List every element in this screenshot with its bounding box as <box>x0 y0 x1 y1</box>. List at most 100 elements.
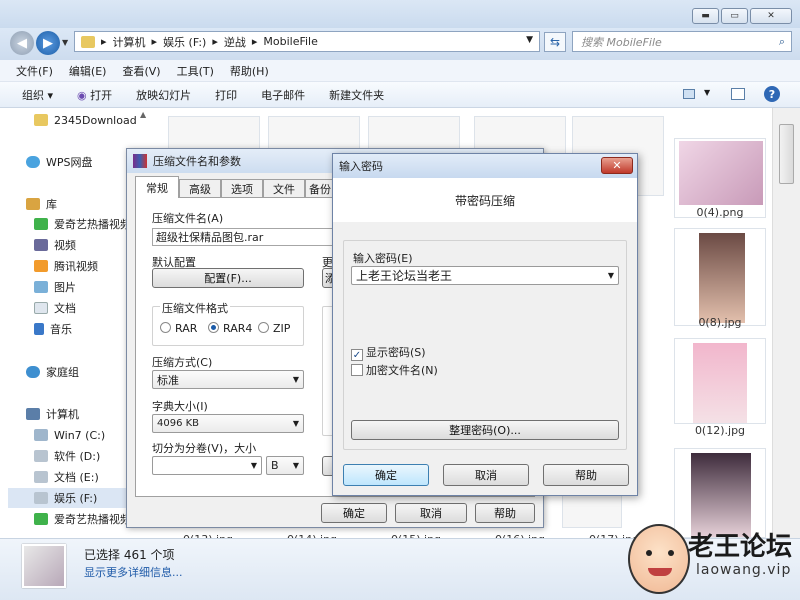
address-dropdown-icon[interactable]: ▼ <box>526 35 533 45</box>
dialog-title: 输入密码 <box>339 160 383 173</box>
sidebar-item-2345download[interactable]: 2345Download <box>34 110 137 130</box>
tab-options[interactable]: 选项 <box>221 179 263 197</box>
sidebar-item-video[interactable]: 视频 <box>34 235 76 255</box>
scrollbar-thumb[interactable] <box>779 124 794 184</box>
breadcrumb-drive[interactable]: 娱乐 (F:) <box>163 34 206 50</box>
tab-backup[interactable]: 备份 <box>305 179 335 197</box>
tab-general[interactable]: 常规 <box>135 176 179 198</box>
split-volume-label: 切分为分卷(V)，大小 <box>152 442 257 455</box>
sidebar-item-drive-e[interactable]: 文档 (E:) <box>34 467 99 487</box>
rar-ok-button[interactable]: 确定 <box>321 503 387 523</box>
selection-count: 已选择 461 个项 <box>84 548 175 562</box>
rar-cancel-button[interactable]: 取消 <box>395 503 467 523</box>
maximize-button[interactable]: ▭ <box>721 8 748 24</box>
menu-help[interactable]: 帮助(H) <box>230 63 269 79</box>
sidebar-item-drive-c[interactable]: Win7 (C:) <box>34 425 105 445</box>
menu-edit[interactable]: 编辑(E) <box>69 63 107 79</box>
drive-icon <box>34 429 48 441</box>
sidebar-item-homegroup[interactable]: 家庭组 <box>26 362 79 382</box>
method-select[interactable]: 标准 ▼ <box>152 370 304 389</box>
menu-view[interactable]: 查看(V) <box>122 63 160 79</box>
selection-thumbnail <box>22 544 66 588</box>
password-cancel-button[interactable]: 取消 <box>443 464 529 486</box>
file-thumbnail-0-8[interactable] <box>674 228 766 326</box>
split-unit-select[interactable]: B ▼ <box>266 456 304 475</box>
manage-passwords-button[interactable]: 整理密码(O)... <box>351 420 619 440</box>
view-dropdown-icon[interactable]: ▼ <box>704 88 710 97</box>
search-icon[interactable]: ⌕ <box>779 35 785 49</box>
video-icon <box>34 239 48 251</box>
open-button[interactable]: ◉ 打开 <box>77 87 112 103</box>
organize-button[interactable]: 组织 ▾ <box>22 87 53 103</box>
sidebar-item-computer[interactable]: 计算机 <box>26 404 79 424</box>
computer-icon <box>26 408 40 420</box>
window-titlebar <box>0 0 800 30</box>
split-size-input[interactable]: ▼ <box>152 456 262 475</box>
help-icon[interactable]: ? <box>764 86 780 102</box>
recent-pages-dropdown-icon[interactable]: ▼ <box>62 38 68 47</box>
print-button[interactable]: 打印 <box>215 87 237 103</box>
preview-pane-icon[interactable] <box>731 88 745 100</box>
laowang-watermark: 老王论坛 laowang.vip <box>626 518 800 600</box>
watermark-name: 老王论坛 <box>688 532 793 562</box>
sidebar-item-iqiyi[interactable]: 爱奇艺热播视频 <box>34 214 131 234</box>
iqiyi-icon <box>34 513 48 525</box>
watermark-url: laowang.vip <box>696 562 792 578</box>
new-folder-button[interactable]: 新建文件夹 <box>329 87 384 103</box>
dropdown-arrow-icon: ▼ <box>292 375 299 384</box>
view-options-icon[interactable] <box>683 89 695 99</box>
window-controls: ▬ ▭ ✕ <box>692 8 792 24</box>
menu-tools[interactable]: 工具(T) <box>177 63 214 79</box>
dropdown-arrow-icon: ▼ <box>250 461 257 470</box>
address-bar[interactable]: ▸ 计算机 ▸ 娱乐 (F:) ▸ 逆战 ▸ MobileFile ▼ <box>74 31 540 52</box>
password-help-button[interactable]: 帮助 <box>543 464 629 486</box>
tab-advanced[interactable]: 高级 <box>179 179 221 197</box>
sidebar-item-library[interactable]: 库 <box>26 194 57 214</box>
show-password-checkbox[interactable]: ✓ 显示密码(S) <box>351 344 426 361</box>
breadcrumb-computer[interactable]: 计算机 <box>113 34 146 50</box>
mascot-face-icon <box>628 524 690 594</box>
sidebar-item-drive-d[interactable]: 软件 (D:) <box>34 446 100 466</box>
menu-file[interactable]: 文件(F) <box>16 63 53 79</box>
sidebar-item-wps-cloud[interactable]: WPS网盘 <box>26 152 93 172</box>
minimize-button[interactable]: ▬ <box>692 8 719 24</box>
format-rar-radio[interactable]: RAR <box>160 322 197 335</box>
file-name: 0(12).jpg <box>694 424 746 437</box>
close-button[interactable]: ✕ <box>750 8 792 24</box>
password-input[interactable]: 上老王论坛当老王 ▼ <box>351 266 619 285</box>
sidebar-item-tencent-video[interactable]: 腾讯视频 <box>34 256 98 276</box>
sidebar-item-documents[interactable]: 文档 <box>34 298 76 318</box>
breadcrumb-folder[interactable]: 逆战 <box>224 34 246 50</box>
archive-name-field[interactable]: 超级社保精品图包.rar <box>152 228 342 246</box>
email-button[interactable]: 电子邮件 <box>261 87 305 103</box>
sidebar-item-music[interactable]: 音乐 <box>34 319 72 339</box>
vertical-scrollbar[interactable] <box>772 108 800 538</box>
sidebar-item-iqiyi-2[interactable]: 爱奇艺热播视频 <box>34 509 131 529</box>
tab-files[interactable]: 文件 <box>263 179 305 197</box>
radio-icon <box>258 322 269 333</box>
sidebar-item-pictures[interactable]: 图片 <box>34 277 76 297</box>
format-label: 压缩文件格式 <box>160 300 230 316</box>
breadcrumb-current[interactable]: MobileFile <box>263 35 318 48</box>
encrypt-filenames-checkbox[interactable]: 加密文件名(N) <box>351 362 438 378</box>
config-button[interactable]: 配置(F)... <box>152 268 304 288</box>
password-ok-button[interactable]: 确定 <box>343 464 429 486</box>
dict-size-select[interactable]: 4096 KB ▼ <box>152 414 304 433</box>
forward-button[interactable]: ▶ <box>36 31 60 55</box>
file-thumbnail-0-12[interactable] <box>674 338 766 424</box>
back-button[interactable]: ◀ <box>10 31 34 55</box>
cloud-icon <box>26 156 40 168</box>
format-rar4-radio[interactable]: RAR4 <box>208 322 252 335</box>
dict-size-label: 字典大小(I) <box>152 400 208 413</box>
file-name: 0(8).jpg <box>698 316 742 329</box>
sidebar-scroll-up-icon[interactable]: ▲ <box>140 110 146 119</box>
slideshow-button[interactable]: 放映幻灯片 <box>136 87 191 103</box>
format-zip-radio[interactable]: ZIP <box>258 322 290 335</box>
close-icon[interactable]: ✕ <box>601 157 633 174</box>
rar-help-button[interactable]: 帮助 <box>475 503 535 523</box>
refresh-icon[interactable]: ⇆ <box>544 32 566 52</box>
show-more-details-link[interactable]: 显示更多详细信息... <box>84 564 183 580</box>
tencent-video-icon <box>34 260 48 272</box>
image-preview <box>699 233 745 323</box>
search-input[interactable]: 搜索 MobileFile ⌕ <box>572 31 792 52</box>
